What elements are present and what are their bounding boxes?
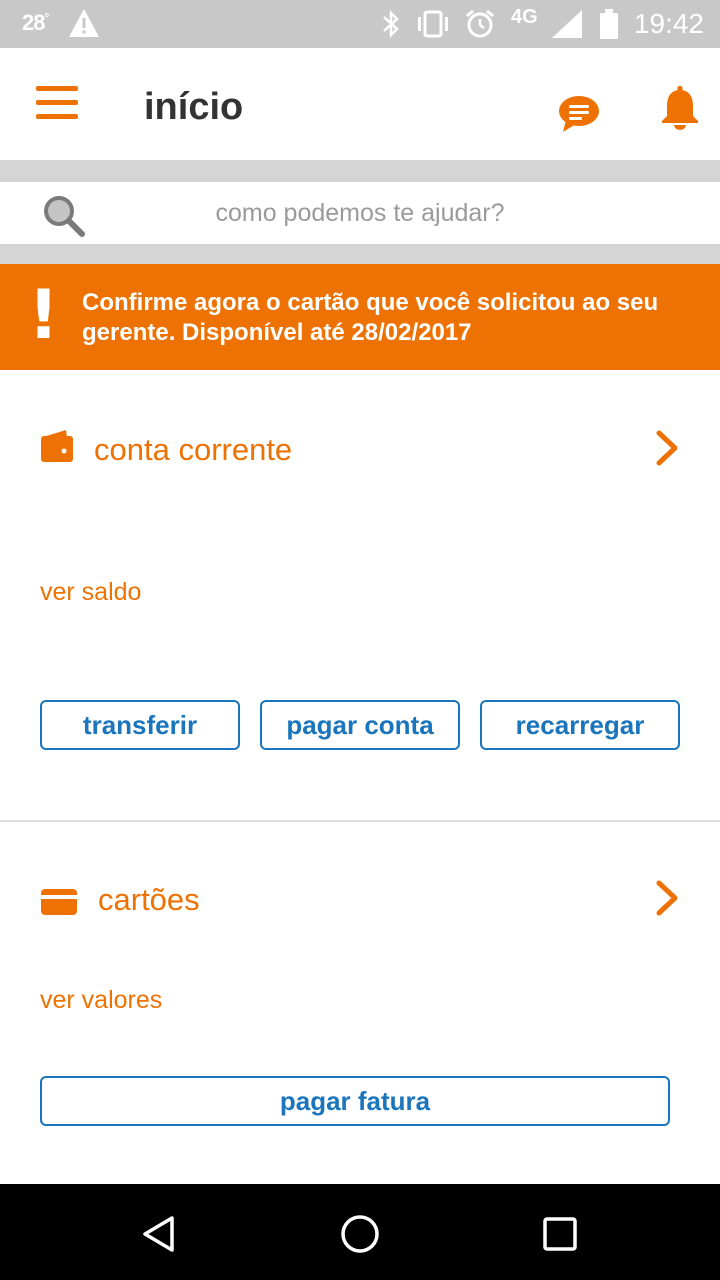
search-icon (44, 196, 85, 237)
wallet-icon (41, 430, 73, 462)
recharge-button[interactable]: recarregar (480, 700, 680, 750)
bluetooth-icon (383, 9, 399, 39)
recent-apps-icon[interactable] (538, 1212, 582, 1256)
temperature-unit: ° (44, 10, 49, 25)
alert-message: Confirme agora o cartão que você solicit… (82, 289, 659, 346)
app-header: início (0, 48, 720, 160)
battery-icon (600, 9, 618, 39)
pay-bill-button[interactable]: pagar conta (260, 700, 460, 750)
bell-icon[interactable] (660, 86, 700, 130)
status-bar: 28° 4G 19:42 (0, 0, 720, 48)
chevron-right-icon[interactable] (654, 430, 682, 466)
search-bottom-band (0, 244, 720, 264)
network-type: 4G (511, 6, 538, 28)
vibrate-icon (418, 10, 448, 38)
chat-icon[interactable] (558, 94, 600, 134)
pay-invoice-button[interactable]: pagar fatura (40, 1076, 670, 1126)
search-bar[interactable] (0, 182, 720, 244)
transfer-button[interactable]: transferir (40, 700, 240, 750)
search-top-band (0, 160, 720, 182)
search-input[interactable] (150, 190, 570, 236)
cards-title: cartões (98, 882, 200, 917)
chevron-right-icon[interactable] (654, 880, 682, 916)
signal-icon (552, 10, 582, 38)
alert-banner[interactable]: ! Confirme agora o cartão que você solic… (0, 264, 720, 370)
view-values-link[interactable]: ver valores (40, 986, 162, 1015)
menu-icon[interactable] (36, 86, 78, 120)
home-icon[interactable] (338, 1212, 382, 1256)
temperature-indicator: 28° (22, 10, 49, 36)
back-icon[interactable] (138, 1212, 182, 1256)
navigation-bar (0, 1184, 720, 1280)
alarm-icon (466, 9, 494, 38)
view-balance-link[interactable]: ver saldo (40, 578, 141, 607)
clock: 19:42 (633, 8, 704, 39)
checking-account-title: conta corrente (94, 432, 293, 467)
warning-icon (69, 9, 99, 37)
checking-account-header[interactable]: conta corrente (0, 422, 720, 482)
credit-card-icon (41, 889, 77, 915)
page-title: início (144, 86, 244, 128)
alert-exclamation-icon: ! (28, 276, 60, 355)
section-divider (0, 820, 720, 822)
temperature-value: 28 (22, 10, 46, 35)
cards-header[interactable]: cartões (0, 872, 720, 932)
